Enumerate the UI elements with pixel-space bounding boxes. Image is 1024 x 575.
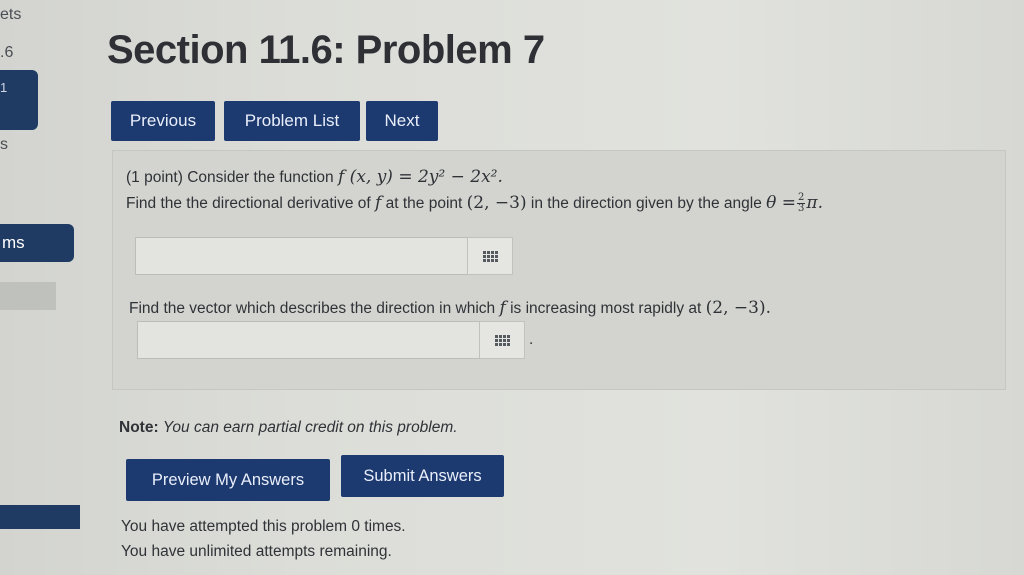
question-1-mid: at the point [385, 195, 463, 212]
fraction-denominator: 3 [798, 203, 805, 215]
left-sidebar: ets .6 1 s ms [0, 0, 84, 575]
problem-list-button[interactable]: Problem List [224, 101, 360, 141]
previous-button[interactable]: Previous [111, 101, 215, 141]
partial-credit-note: Note: You can earn partial credit on thi… [119, 419, 458, 437]
webwork-page: ets .6 1 s ms Section 11.6: Problem 7 Pr… [0, 0, 1024, 575]
function-symbol: f [375, 193, 382, 213]
next-button[interactable]: Next [366, 101, 438, 141]
matrix-grid-icon [482, 250, 498, 262]
angle-fraction: 23 [797, 193, 806, 215]
sidebar-item-active[interactable]: 1 [0, 70, 38, 130]
sidebar-item-label: 1 [0, 80, 8, 95]
theta-symbol: θ = [766, 193, 797, 213]
sidebar-item-gray[interactable] [0, 282, 56, 310]
attempts-count-text: You have attempted this problem 0 times. [121, 518, 406, 535]
question-2-prefix: Find the vector which describes the dire… [129, 300, 496, 317]
preview-answers-button[interactable]: Preview My Answers [126, 459, 330, 501]
page-title: Section 11.6: Problem 7 [107, 28, 545, 72]
matrix-grid-icon[interactable] [467, 237, 513, 275]
function-formula: f (x, y) = 2y² − 2x². [337, 167, 503, 187]
point-coordinates: (2, −3). [705, 298, 771, 318]
answer-2-input[interactable] [137, 321, 487, 359]
sidebar-item-bottom[interactable] [0, 505, 80, 529]
problem-statement-line-3: Find the vector which describes the dire… [129, 298, 771, 318]
attempts-remaining-text: You have unlimited attempts remaining. [121, 543, 392, 560]
pi-symbol: π. [806, 193, 823, 213]
matrix-grid-icon [494, 334, 510, 346]
note-label: Note: [119, 419, 159, 436]
sidebar-fragment-text: ets [0, 6, 22, 23]
problem-body: (1 point) Consider the function f (x, y)… [112, 150, 1006, 390]
sidebar-fragment-text: s [0, 136, 8, 153]
problem-statement-line-2: Find the the directional derivative of f… [126, 193, 823, 214]
function-symbol: f [499, 298, 506, 318]
question-1-prefix: Find the the directional derivative of [126, 195, 371, 212]
sidebar-fragment-text: .6 [0, 44, 14, 61]
matrix-grid-icon[interactable] [479, 321, 525, 359]
point-coordinates: (2, −3) [466, 193, 527, 213]
answer-2-period: . [529, 331, 534, 348]
note-text: You can earn partial credit on this prob… [162, 419, 458, 436]
question-1-suffix: in the direction given by the angle [530, 195, 762, 212]
problem-intro: Consider the function [187, 169, 334, 186]
sidebar-item-problems[interactable]: ms [0, 224, 74, 262]
problem-statement-line-1: (1 point) Consider the function f (x, y)… [126, 167, 503, 187]
question-2-mid: is increasing most rapidly at [510, 300, 702, 317]
answer-1-input[interactable] [135, 237, 468, 275]
points-label: (1 point) [126, 169, 183, 186]
submit-answers-button[interactable]: Submit Answers [341, 455, 504, 497]
